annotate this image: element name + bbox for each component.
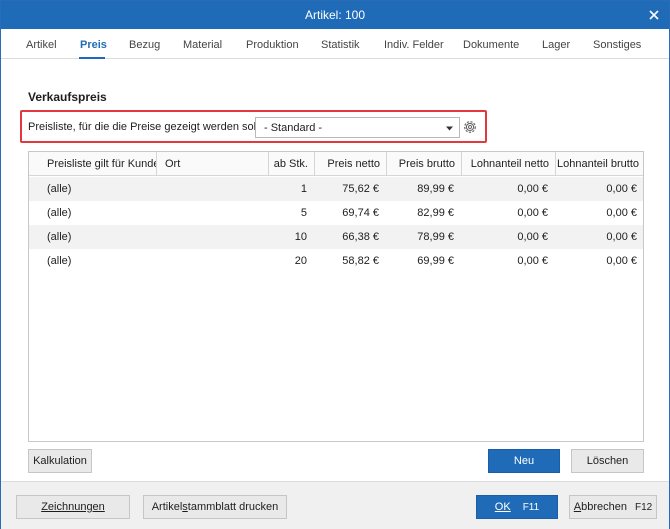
tab-indiv-felder[interactable]: Indiv. Felder (384, 39, 444, 51)
cell-lohnanteil-brutto: 0,00 € (606, 207, 637, 219)
cell-lohnanteil-netto: 0,00 € (517, 255, 548, 267)
cell-preis-brutto: 82,99 € (417, 207, 454, 219)
tab-preis[interactable]: Preis (80, 39, 107, 51)
tab-material[interactable]: Material (183, 39, 222, 51)
cell-preis-netto: 66,38 € (342, 231, 379, 243)
cell-lohnanteil-brutto: 0,00 € (606, 183, 637, 195)
ok-label: OK (494, 501, 511, 513)
kalkulation-button[interactable]: Kalkulation (28, 449, 92, 473)
cancel-button[interactable]: Abbrechen F12 (569, 495, 657, 519)
cell-lohnanteil-brutto: 0,00 € (606, 231, 637, 243)
new-button[interactable]: Neu (488, 449, 560, 473)
column-header-preis-brutto[interactable]: Preis brutto (387, 152, 462, 176)
table-header: Preisliste gilt für Kunde Ort ab Stk. Pr… (29, 152, 643, 176)
cell-preis-netto: 75,62 € (342, 183, 379, 195)
gear-icon[interactable] (461, 118, 479, 136)
column-header-kunde[interactable]: Preisliste gilt für Kunde (29, 152, 157, 176)
cell-lohnanteil-netto: 0,00 € (517, 207, 548, 219)
cell-lohnanteil-netto: 0,00 € (517, 183, 548, 195)
table-row[interactable]: (alle) 1 75,62 € 89,99 € 0,00 € 0,00 € (29, 177, 643, 201)
cell-ab-stk: 1 (300, 183, 307, 195)
tab-dokumente[interactable]: Dokumente (463, 39, 519, 51)
active-tab-indicator (79, 57, 105, 59)
section-title: Verkaufspreis (28, 90, 107, 104)
window-title: Artikel: 100 (304, 8, 366, 22)
cell-ab-stk: 20 (294, 255, 307, 267)
tab-bar: Artikel Preis Bezug Material Produktion … (1, 29, 669, 59)
title-bar: Artikel: 100 (1, 1, 669, 29)
cell-kunde: (alle) (47, 207, 72, 219)
pricelist-select[interactable]: - Standard - (255, 117, 460, 138)
column-header-lohnanteil-brutto[interactable]: Lohnanteil brutto (556, 152, 643, 176)
cancel-shortcut: F12 (634, 501, 653, 513)
column-header-preis-netto[interactable]: Preis netto (315, 152, 387, 176)
tab-statistik[interactable]: Statistik (321, 39, 360, 51)
tab-artikel[interactable]: Artikel (26, 39, 57, 51)
tab-lager[interactable]: Lager (542, 39, 570, 51)
cell-lohnanteil-netto: 0,00 € (517, 231, 548, 243)
footer-bar: Zeichnungen Artikel s tammblatt drucken OK… (1, 481, 669, 529)
ok-button[interactable]: OK F11 (476, 495, 558, 519)
column-header-ort[interactable]: Ort (157, 152, 269, 176)
cell-ab-stk: 5 (300, 207, 307, 219)
cell-kunde: (alle) (47, 255, 72, 267)
cell-kunde: (alle) (47, 231, 72, 243)
cell-lohnanteil-brutto: 0,00 € (606, 255, 637, 267)
tab-produktion[interactable]: Produktion (246, 39, 299, 51)
cancel-label-post: bbrechen (581, 501, 627, 513)
cell-ab-stk: 10 (294, 231, 307, 243)
cell-preis-brutto: 89,99 € (417, 183, 454, 195)
table-row[interactable]: (alle) 20 58,82 € 69,99 € 0,00 € 0,00 € (29, 249, 643, 273)
stammblatt-label-pre: Artikel (151, 501, 183, 513)
cell-preis-netto: 69,74 € (342, 207, 379, 219)
tab-bezug[interactable]: Bezug (129, 39, 160, 51)
price-table: Preisliste gilt für Kunde Ort ab Stk. Pr… (28, 151, 644, 442)
zeichnungen-label: Zeichnungen (41, 501, 105, 513)
ok-shortcut: F11 (522, 501, 540, 513)
cancel-label-mnemonic: A (573, 501, 582, 513)
pricelist-label: Preisliste, für die die Preise gezeigt w… (28, 121, 274, 133)
zeichnungen-button[interactable]: Zeichnungen (16, 495, 130, 519)
print-stammblatt-button[interactable]: Artikel s tammblatt drucken (143, 495, 287, 519)
delete-button[interactable]: Löschen (571, 449, 644, 473)
cell-preis-netto: 58,82 € (342, 255, 379, 267)
close-icon[interactable] (645, 6, 663, 24)
cell-preis-brutto: 69,99 € (417, 255, 454, 267)
pricelist-selected-value: - Standard - (264, 122, 323, 134)
table-row[interactable]: (alle) 10 66,38 € 78,99 € 0,00 € 0,00 € (29, 225, 643, 249)
column-header-ab-stk[interactable]: ab Stk. (269, 152, 315, 176)
cell-kunde: (alle) (47, 183, 72, 195)
stammblatt-label-post: tammblatt drucken (187, 501, 279, 513)
tab-sonstiges[interactable]: Sonstiges (593, 39, 641, 51)
cell-preis-brutto: 78,99 € (417, 231, 454, 243)
table-row[interactable]: (alle) 5 69,74 € 82,99 € 0,00 € 0,00 € (29, 201, 643, 225)
column-header-lohnanteil-netto[interactable]: Lohnanteil netto (462, 152, 556, 176)
article-dialog: Artikel: 100 Artikel Preis Bezug Materia… (0, 0, 670, 529)
